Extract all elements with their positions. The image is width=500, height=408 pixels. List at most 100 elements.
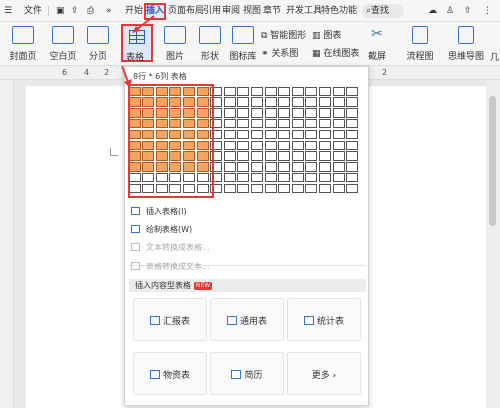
- table-grid-cell[interactable]: [223, 183, 236, 194]
- table-grid-cell[interactable]: [305, 151, 318, 161]
- table-grid-cell[interactable]: [169, 97, 182, 107]
- more-options-icon[interactable]: ⋮: [483, 5, 492, 18]
- draw-table-item[interactable]: 绘制表格(W): [131, 223, 192, 237]
- table-grid-cell[interactable]: [250, 129, 263, 140]
- table-grid-cell[interactable]: [210, 118, 223, 129]
- table-grid-cell[interactable]: [128, 129, 141, 140]
- save-icon[interactable]: ▣: [56, 5, 65, 18]
- table-grid-cell[interactable]: [237, 129, 250, 140]
- blank-page-button[interactable]: 空白页: [48, 26, 78, 62]
- table-grid-cell[interactable]: [142, 172, 155, 183]
- cloud-icon[interactable]: ☁: [428, 5, 437, 18]
- table-grid-cell[interactable]: [128, 172, 141, 183]
- table-grid-cell[interactable]: [278, 140, 291, 151]
- table-grid-cell[interactable]: [346, 172, 359, 183]
- table-grid-cell[interactable]: [237, 86, 250, 97]
- table-grid-cell[interactable]: [291, 86, 304, 97]
- table-grid-cell[interactable]: [264, 162, 277, 172]
- card-statistics-table[interactable]: 统计表: [287, 298, 361, 341]
- table-grid-cell[interactable]: [291, 183, 304, 194]
- share-icon[interactable]: ⇧: [464, 5, 472, 18]
- table-grid-cell[interactable]: [250, 86, 263, 97]
- table-grid-cell[interactable]: [142, 129, 155, 140]
- table-grid-cell[interactable]: [250, 108, 263, 118]
- table-grid-cell[interactable]: [237, 172, 250, 183]
- table-grid-cell[interactable]: [250, 183, 263, 194]
- table-grid-cell[interactable]: [142, 97, 155, 107]
- table-grid-cell[interactable]: [223, 97, 236, 107]
- table-grid-cell[interactable]: [155, 140, 168, 151]
- table-grid-cell[interactable]: [155, 183, 168, 194]
- table-grid-cell[interactable]: [305, 118, 318, 129]
- table-grid-cell[interactable]: [237, 183, 250, 194]
- table-grid-cell[interactable]: [278, 183, 291, 194]
- card-resume[interactable]: 简历: [210, 352, 284, 395]
- table-grid-cell[interactable]: [332, 151, 345, 161]
- table-grid-cell[interactable]: [318, 86, 331, 97]
- table-grid-cell[interactable]: [142, 140, 155, 151]
- search-box[interactable]: ⌕查找: [362, 4, 404, 18]
- table-grid-cell[interactable]: [169, 118, 182, 129]
- table-grid-cell[interactable]: [142, 108, 155, 118]
- table-grid-cell[interactable]: [278, 118, 291, 129]
- table-grid-cell[interactable]: [250, 118, 263, 129]
- table-grid-cell[interactable]: [196, 140, 209, 151]
- table-grid-cell[interactable]: [223, 172, 236, 183]
- table-grid-cell[interactable]: [196, 183, 209, 194]
- card-general-table[interactable]: 通用表: [210, 298, 284, 341]
- table-grid-cell[interactable]: [196, 97, 209, 107]
- table-grid-cell[interactable]: [223, 118, 236, 129]
- table-grid-cell[interactable]: [278, 172, 291, 183]
- table-grid-cell[interactable]: [142, 86, 155, 97]
- print-icon[interactable]: ⎙: [87, 5, 94, 18]
- table-grid-cell[interactable]: [305, 129, 318, 140]
- mindmap-button[interactable]: 思维导图: [444, 26, 488, 62]
- table-grid-cell[interactable]: [278, 151, 291, 161]
- table-grid-cell[interactable]: [128, 183, 141, 194]
- table-grid-cell[interactable]: [155, 97, 168, 107]
- table-grid-cell[interactable]: [237, 108, 250, 118]
- menu-icon[interactable]: ☰: [4, 5, 12, 18]
- table-grid-cell[interactable]: [250, 172, 263, 183]
- table-grid-cell[interactable]: [237, 151, 250, 161]
- tab-developer[interactable]: 开发工具: [286, 5, 322, 18]
- table-grid-cell[interactable]: [182, 140, 195, 151]
- table-grid-cell[interactable]: [250, 151, 263, 161]
- table-grid-cell[interactable]: [182, 172, 195, 183]
- table-grid-cell[interactable]: [278, 162, 291, 172]
- table-grid-cell[interactable]: [305, 97, 318, 107]
- table-grid-cell[interactable]: [223, 140, 236, 151]
- table-grid-cell[interactable]: [305, 162, 318, 172]
- table-grid-cell[interactable]: [291, 151, 304, 161]
- table-grid-cell[interactable]: [332, 140, 345, 151]
- table-grid-cell[interactable]: [182, 151, 195, 161]
- user-icon[interactable]: ♙: [446, 5, 454, 18]
- insert-table-item[interactable]: 插入表格(I): [131, 205, 187, 219]
- table-grid-cell[interactable]: [169, 172, 182, 183]
- table-grid-cell[interactable]: [305, 183, 318, 194]
- table-grid-cell[interactable]: [332, 108, 345, 118]
- table-grid-cell[interactable]: [169, 108, 182, 118]
- table-grid-cell[interactable]: [318, 183, 331, 194]
- smartart-button[interactable]: ⧉ 智能图形: [261, 28, 306, 41]
- card-report-table[interactable]: 汇报表: [133, 298, 207, 341]
- table-grid-cell[interactable]: [210, 97, 223, 107]
- table-grid-cell[interactable]: [291, 140, 304, 151]
- tab-view[interactable]: 视图: [243, 5, 261, 18]
- table-grid-cell[interactable]: [128, 162, 141, 172]
- table-grid-cell[interactable]: [155, 151, 168, 161]
- table-grid-cell[interactable]: [182, 108, 195, 118]
- table-grid-cell[interactable]: [155, 118, 168, 129]
- tab-page-layout[interactable]: 页面布局: [168, 5, 204, 18]
- table-grid-cell[interactable]: [210, 162, 223, 172]
- card-materials-table[interactable]: 物资表: [133, 352, 207, 395]
- table-grid-cell[interactable]: [305, 140, 318, 151]
- table-grid-cell[interactable]: [264, 140, 277, 151]
- table-grid-cell[interactable]: [332, 86, 345, 97]
- table-grid-cell[interactable]: [318, 172, 331, 183]
- icon-library-button[interactable]: 图标库: [228, 26, 258, 62]
- table-grid-cell[interactable]: [128, 118, 141, 129]
- tab-chapter[interactable]: 章节: [263, 5, 281, 18]
- table-grid-cell[interactable]: [169, 140, 182, 151]
- table-grid-cell[interactable]: [142, 162, 155, 172]
